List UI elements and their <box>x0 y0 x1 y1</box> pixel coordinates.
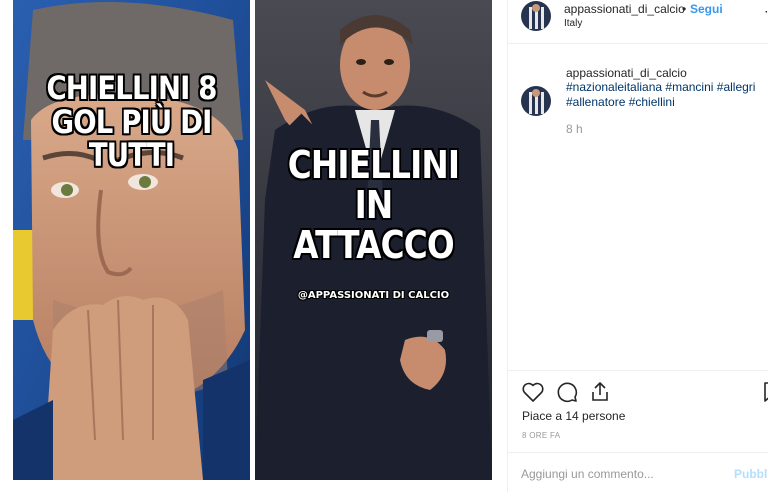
post-username[interactable]: appassionati_di_calcio <box>564 2 685 16</box>
comment-input[interactable]: Aggiungi un commento... <box>521 467 654 481</box>
more-options-icon[interactable]: ⋯ <box>764 3 768 20</box>
actions-divider <box>508 370 768 371</box>
bookmark-icon[interactable] <box>760 380 768 404</box>
avatar[interactable] <box>521 86 551 116</box>
post-header: appassionati_di_calcio • Segui Italy ⋯ <box>508 0 768 44</box>
follow-button[interactable]: Segui <box>690 2 723 16</box>
comment-bar: Aggiungi un commento... Pubblica <box>508 452 768 492</box>
meme-left-caption: CHIELLINI 8 GOL PIÙ DI TUTTI <box>46 69 217 175</box>
caption-username[interactable]: appassionati_di_calcio <box>566 66 687 80</box>
meme-watermark: @APPASSIONATI DI CALCIO <box>297 290 450 301</box>
meme-image[interactable]: CHIELLINI 8 GOL PIÙ DI TUTTI CHIELLINI I… <box>13 0 492 480</box>
avatar[interactable] <box>521 1 551 31</box>
heart-icon[interactable] <box>521 380 545 404</box>
share-icon[interactable] <box>588 380 612 404</box>
meme-left-panel: CHIELLINI 8 GOL PIÙ DI TUTTI <box>13 0 250 480</box>
post-image-area: CHIELLINI 8 GOL PIÙ DI TUTTI CHIELLINI I… <box>0 0 507 492</box>
likes-count[interactable]: Piace a 14 persone <box>522 409 625 423</box>
post-timestamp: 8 ORE FA <box>522 431 561 440</box>
comment-icon[interactable] <box>555 380 579 404</box>
post-sidebar: appassionati_di_calcio • Segui Italy ⋯ a… <box>508 0 768 492</box>
meme-right-panel: CHIELLINI IN ATTACCO @APPASSIONATI DI CA… <box>255 0 492 480</box>
caption-time: 8 h <box>566 122 583 136</box>
post-location[interactable]: Italy <box>564 18 582 29</box>
publish-button[interactable]: Pubblica <box>734 467 768 481</box>
separator-dot: • <box>682 2 687 16</box>
caption-hashtags[interactable]: #nazionaleitaliana #mancini #allegri #al… <box>566 80 766 110</box>
meme-right-caption: CHIELLINI IN ATTACCO <box>287 143 460 267</box>
